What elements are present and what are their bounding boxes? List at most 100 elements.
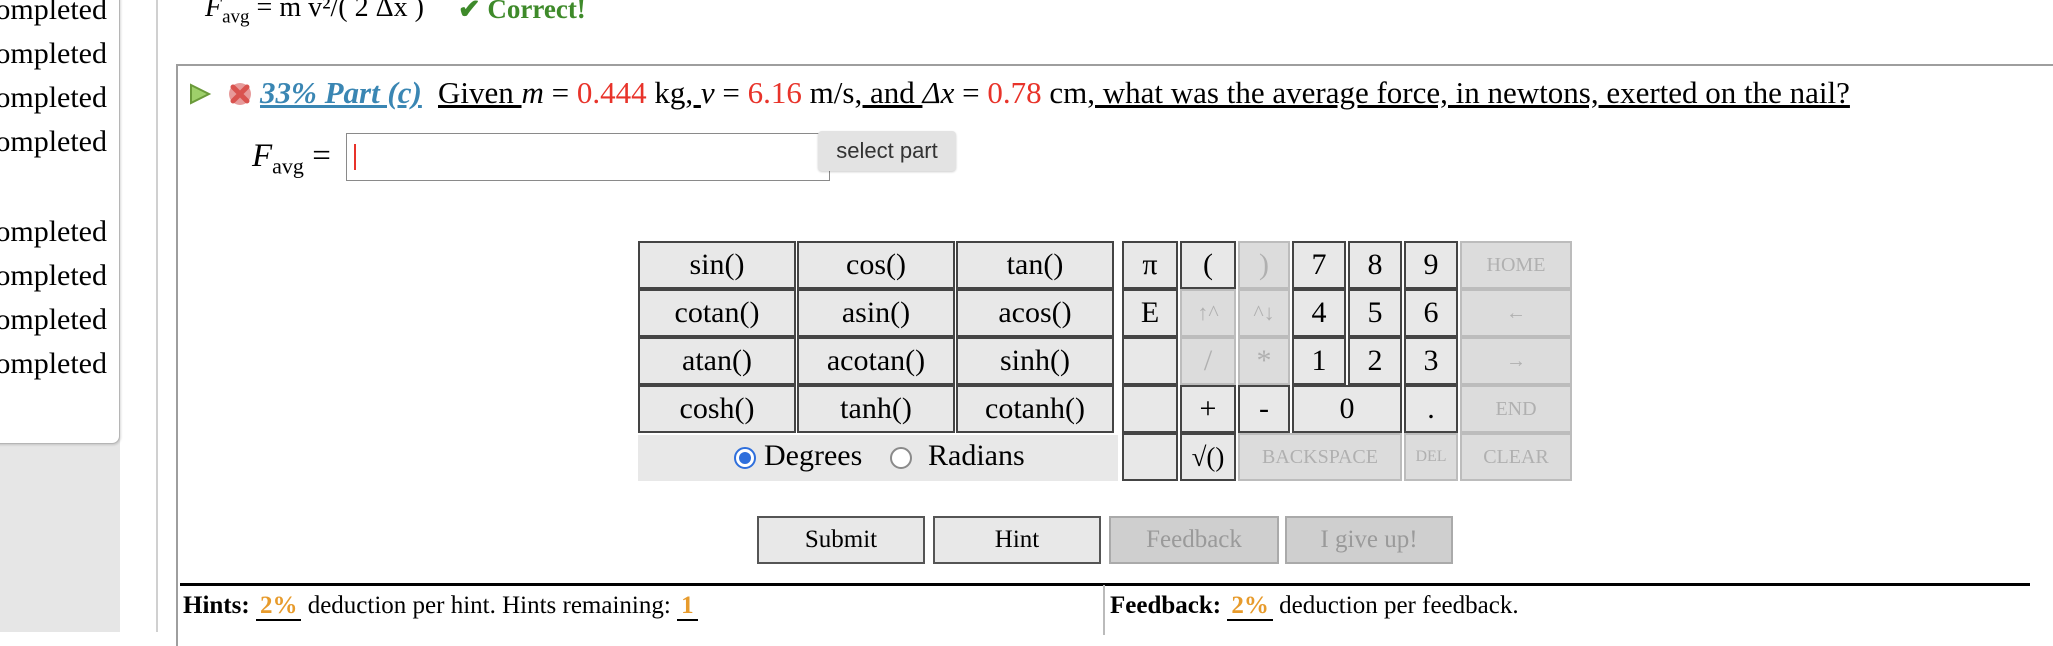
key-divide[interactable]: /: [1180, 337, 1236, 385]
answer-input[interactable]: [346, 133, 830, 181]
key-1[interactable]: 1: [1292, 337, 1346, 385]
distance-eq: =: [954, 75, 988, 110]
key-0[interactable]: 0: [1292, 385, 1402, 433]
angle-mode-row: Degrees Radians: [638, 435, 1118, 481]
answer-eq: =: [303, 138, 331, 174]
hints-info: Hints: 2% deduction per hint. Hints rema…: [183, 592, 698, 621]
degrees-radio[interactable]: [734, 447, 756, 469]
key-close-paren[interactable]: ): [1238, 241, 1290, 289]
hints-label: Hints:: [183, 592, 250, 619]
key-decimal[interactable]: .: [1404, 385, 1458, 433]
footer-divider: [180, 583, 2030, 586]
previous-answer: Favg = m v²/( 2 Δx ): [205, 0, 424, 29]
answer-var: F: [252, 138, 273, 174]
key-left-arrow[interactable]: ←: [1460, 289, 1572, 337]
answer-sub: avg: [272, 153, 304, 179]
sidebar-item[interactable]: Completed: [0, 82, 107, 114]
key-e[interactable]: E: [1122, 289, 1178, 337]
key-sqrt[interactable]: √(): [1180, 433, 1236, 481]
key-blank: [1122, 433, 1178, 481]
part-percent-label[interactable]: 33% Part (c): [260, 75, 422, 110]
sidebar-divider: [156, 0, 158, 632]
hints-remaining: 1: [677, 592, 698, 621]
velocity-sep: ,: [685, 75, 701, 110]
feedback-label: Feedback:: [1110, 592, 1222, 619]
key-4[interactable]: 4: [1292, 289, 1346, 337]
select-part-tooltip: select part: [818, 131, 956, 171]
key-9[interactable]: 9: [1404, 241, 1458, 289]
key-clear[interactable]: CLEAR: [1460, 433, 1572, 481]
key-cosh[interactable]: cosh(): [638, 385, 796, 433]
question-suffix: , what was the average force, in newtons…: [1087, 75, 1850, 110]
mass-value: 0.444: [576, 75, 647, 110]
distance-sep: , and: [854, 75, 923, 110]
mass-eq: =: [543, 75, 577, 110]
key-blank: [1122, 337, 1178, 385]
mass-unit: kg: [646, 75, 686, 110]
key-blank: [1122, 385, 1178, 433]
distance-value: 0.78: [987, 75, 1042, 110]
velocity-unit: m/s: [801, 75, 855, 110]
correct-status: ✔ Correct!: [458, 0, 586, 24]
part-link[interactable]: 33% Part (c): [260, 72, 422, 114]
key-acotan[interactable]: acotan(): [797, 337, 955, 385]
previous-sub: avg: [222, 6, 250, 28]
radians-radio[interactable]: [890, 447, 912, 469]
degrees-label[interactable]: Degrees: [764, 439, 862, 473]
key-home[interactable]: HOME: [1460, 241, 1572, 289]
answer-label: Favg =: [252, 138, 331, 180]
key-8[interactable]: 8: [1348, 241, 1402, 289]
hints-text: deduction per hint. Hints remaining:: [301, 592, 678, 619]
key-end[interactable]: END: [1460, 385, 1572, 433]
sidebar-item[interactable]: Completed: [0, 260, 107, 292]
radians-label[interactable]: Radians: [928, 439, 1025, 473]
key-tan[interactable]: tan(): [956, 241, 1114, 289]
key-acos[interactable]: acos(): [956, 289, 1114, 337]
velocity-var: v: [700, 75, 715, 110]
previous-expression: = m v²/( 2 Δx ): [249, 0, 424, 23]
key-6[interactable]: 6: [1404, 289, 1458, 337]
key-tanh[interactable]: tanh(): [797, 385, 955, 433]
key-3[interactable]: 3: [1404, 337, 1458, 385]
key-cotanh[interactable]: cotanh(): [956, 385, 1114, 433]
key-pi[interactable]: π: [1122, 241, 1178, 289]
previous-var: F: [205, 0, 223, 23]
key-plus[interactable]: +: [1180, 385, 1236, 433]
key-5[interactable]: 5: [1348, 289, 1402, 337]
sidebar-item[interactable]: Completed: [0, 216, 107, 248]
key-minus[interactable]: -: [1238, 385, 1290, 433]
velocity-eq: =: [714, 75, 748, 110]
key-down[interactable]: ^↓: [1238, 289, 1290, 337]
text-caret: [354, 144, 356, 170]
play-icon[interactable]: [188, 82, 212, 106]
key-right-arrow[interactable]: →: [1460, 337, 1572, 385]
key-sin[interactable]: sin(): [638, 241, 796, 289]
hint-button[interactable]: Hint: [933, 516, 1101, 564]
give-up-button[interactable]: I give up!: [1285, 516, 1453, 564]
sidebar-item[interactable]: Completed: [0, 0, 107, 26]
sidebar-item[interactable]: Completed: [0, 126, 107, 158]
submit-button[interactable]: Submit: [757, 516, 925, 564]
key-open-paren[interactable]: (: [1180, 241, 1236, 289]
question-text: Given m = 0.444 kg, v = 6.16 m/s, and Δx…: [438, 72, 1850, 114]
distance-unit: cm: [1041, 75, 1088, 110]
sidebar: Completed Completed Completed Completed …: [0, 0, 120, 632]
incorrect-x-icon: [229, 83, 251, 105]
key-7[interactable]: 7: [1292, 241, 1346, 289]
feedback-text: deduction per feedback.: [1272, 592, 1519, 619]
question-prefix: Given: [438, 75, 522, 110]
key-asin[interactable]: asin(): [797, 289, 955, 337]
key-atan[interactable]: atan(): [638, 337, 796, 385]
feedback-button[interactable]: Feedback: [1109, 516, 1279, 564]
sidebar-item[interactable]: Completed: [0, 38, 107, 70]
key-2[interactable]: 2: [1348, 337, 1402, 385]
sidebar-item[interactable]: Completed: [0, 348, 107, 380]
key-up[interactable]: ↑^: [1180, 289, 1236, 337]
key-del[interactable]: DEL: [1404, 433, 1458, 481]
key-multiply[interactable]: *: [1238, 337, 1290, 385]
sidebar-item[interactable]: Completed: [0, 304, 107, 336]
key-backspace[interactable]: BACKSPACE: [1238, 433, 1402, 481]
key-cos[interactable]: cos(): [797, 241, 955, 289]
key-sinh[interactable]: sinh(): [956, 337, 1114, 385]
key-cotan[interactable]: cotan(): [638, 289, 796, 337]
